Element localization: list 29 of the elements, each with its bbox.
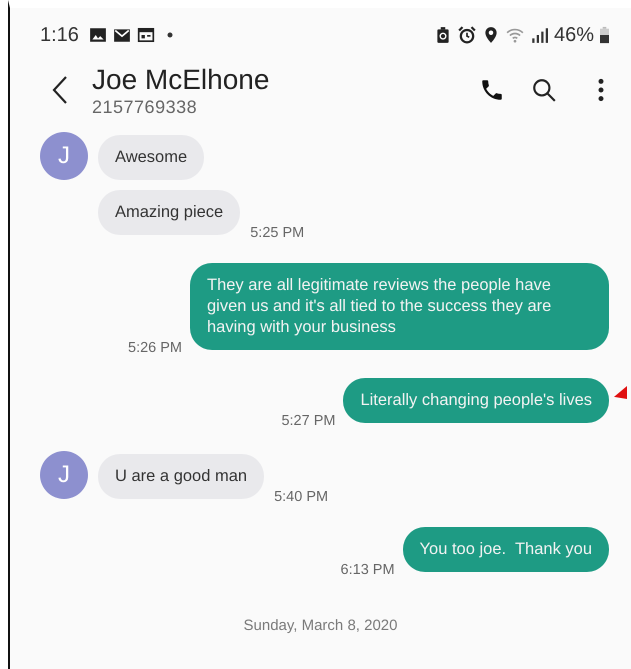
battery-icon [600,26,609,44]
message-time: 5:27 PM [281,413,336,429]
message-bubble: They are all legitimate reviews the people have given us and it's all tied to the success they are having with your business [190,263,609,350]
message-bubble: U are a good man [98,454,264,499]
contact-name: Joe McElhone [92,62,270,96]
message-bubble: You too joe. Thank you [402,527,609,572]
date-divider: Sunday, March 8, 2020 [242,617,398,634]
contact-avatar[interactable]: J [40,451,88,499]
status-time: 1:16 [40,24,79,46]
calendar-icon [136,26,155,44]
back-icon[interactable] [50,75,70,105]
message-time: 5:25 PM [250,225,304,241]
signal-icon [530,26,548,44]
message-time: 6:13 PM [340,562,395,578]
pointer-arrow-icon [614,386,627,399]
wifi-icon [506,26,524,44]
contact-number: 2157769338 [92,96,198,118]
message-bubble: Literally changing people's lives [343,378,609,423]
message-bubble: Awesome [98,135,204,180]
search-icon[interactable] [531,77,557,103]
message-time: 5:40 PM [274,489,328,505]
more-options-icon[interactable] [597,77,605,103]
message-bubble: Amazing piece [98,190,240,235]
contact-avatar[interactable]: J [40,132,88,180]
dot-icon [166,32,173,38]
alarm-icon [458,26,476,44]
image-icon [88,26,107,44]
message-time: 5:26 PM [128,340,182,356]
battery-percentage: 46% [554,24,594,46]
